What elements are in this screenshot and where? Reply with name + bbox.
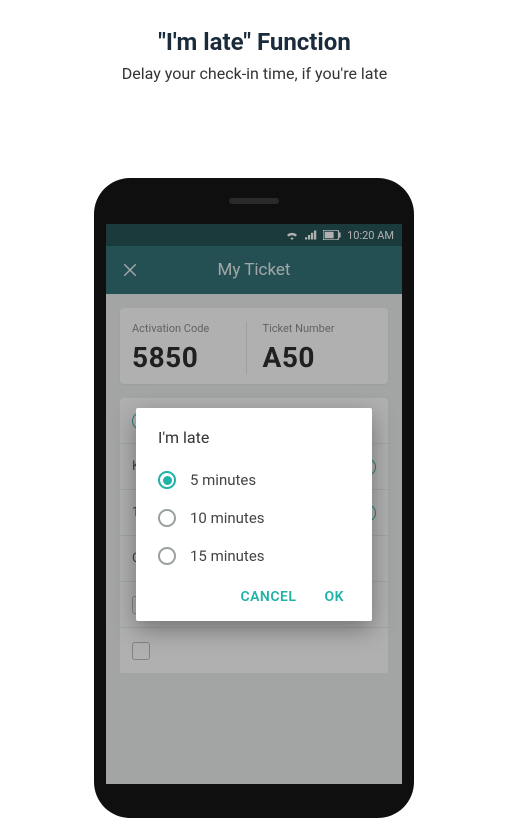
phone-speaker	[229, 198, 279, 204]
battery-icon	[323, 230, 341, 240]
list-item[interactable]	[120, 628, 388, 674]
ticket-number-value: A50	[263, 341, 377, 374]
signal-icon	[305, 230, 317, 240]
ticket-card: Activation Code 5850 Ticket Number A50	[120, 308, 388, 384]
wifi-icon	[285, 230, 299, 240]
dialog-actions: CANCEL OK	[158, 575, 350, 611]
activation-code-value: 5850	[132, 341, 246, 374]
option-label: 15 minutes	[190, 547, 265, 565]
option-label: 10 minutes	[190, 509, 265, 527]
ok-button[interactable]: OK	[324, 589, 344, 605]
im-late-dialog: I'm late 5 minutes 10 minutes 15 minutes…	[136, 408, 372, 621]
list-icon	[132, 642, 150, 660]
marketing-heading: "I'm late" Function Delay your check-in …	[0, 0, 509, 83]
option-label: 5 minutes	[190, 471, 256, 489]
delay-option-5min[interactable]: 5 minutes	[158, 461, 350, 499]
radio-icon	[158, 509, 176, 527]
phone-screen: 10:20 AM My Ticket Activation Code 5850 …	[106, 224, 402, 784]
header-title: My Ticket	[106, 260, 402, 280]
app-header: My Ticket	[106, 246, 402, 294]
radio-icon	[158, 547, 176, 565]
android-status-bar: 10:20 AM	[106, 224, 402, 246]
page-subtitle: Delay your check-in time, if you're late	[0, 64, 509, 83]
delay-option-15min[interactable]: 15 minutes	[158, 537, 350, 575]
delay-option-10min[interactable]: 10 minutes	[158, 499, 350, 537]
dialog-title: I'm late	[158, 428, 350, 447]
radio-icon	[158, 471, 176, 489]
cancel-button[interactable]: CANCEL	[240, 589, 296, 605]
page-title: "I'm late" Function	[0, 28, 509, 56]
ticket-number-label: Ticket Number	[263, 322, 377, 335]
phone-frame: 10:20 AM My Ticket Activation Code 5850 …	[94, 178, 414, 818]
status-time: 10:20 AM	[347, 229, 394, 242]
activation-code-label: Activation Code	[132, 322, 246, 335]
